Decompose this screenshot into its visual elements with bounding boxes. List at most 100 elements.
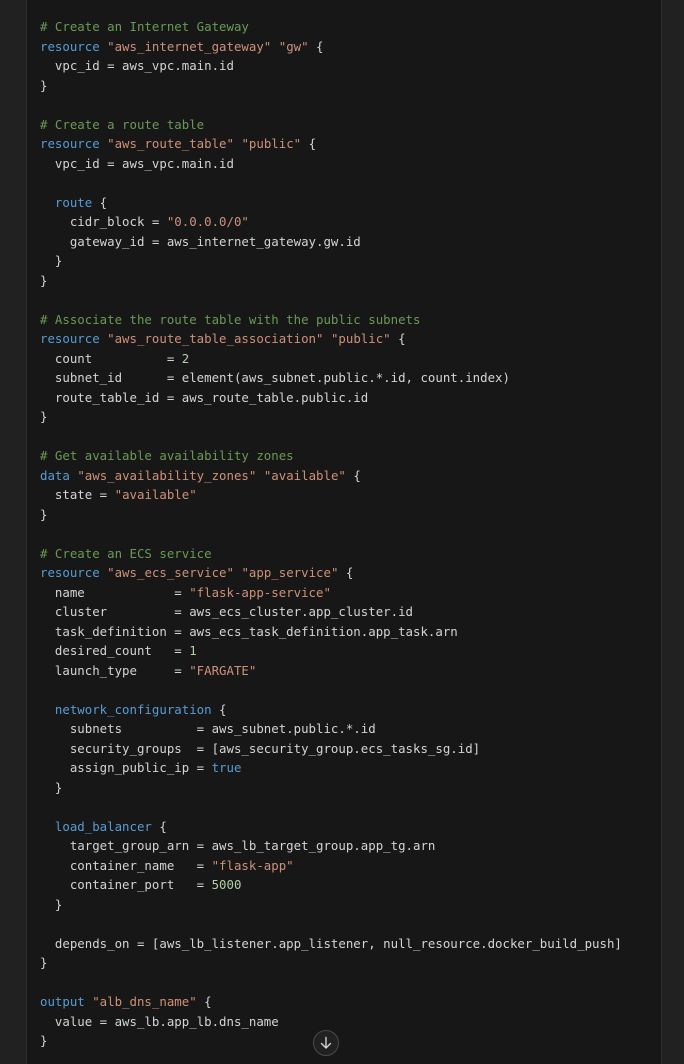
code-line: data "aws_availability_zones" "available… bbox=[40, 466, 622, 486]
code-token: data bbox=[40, 467, 78, 483]
code-token: "aws_internet_gateway" bbox=[107, 38, 272, 54]
code-token: } bbox=[40, 253, 63, 268]
code-token: cidr_block = bbox=[40, 214, 167, 229]
code-token: } bbox=[40, 272, 48, 288]
code-token: { bbox=[308, 38, 324, 54]
code-token: { bbox=[211, 701, 227, 717]
code-token: } bbox=[40, 779, 63, 795]
code-token: { bbox=[151, 818, 167, 834]
code-line: assign_public_ip = true bbox=[40, 758, 622, 778]
code-token: vpc_id = aws_vpc.main.id bbox=[40, 155, 234, 171]
code-token: launch_type = bbox=[40, 662, 190, 678]
code-token: { bbox=[301, 136, 317, 151]
code-line: load_balancer { bbox=[40, 817, 622, 837]
code-line: route_table_id = aws_route_table.public.… bbox=[40, 388, 622, 408]
code-line: vpc_id = aws_vpc.main.id bbox=[40, 56, 622, 76]
code-token: "available" bbox=[114, 487, 197, 502]
arrow-down-icon bbox=[320, 1036, 332, 1049]
code-token: # Create an Internet Gateway bbox=[40, 19, 249, 34]
code-line: } bbox=[40, 407, 622, 427]
code-token: "aws_route_table_association" bbox=[107, 331, 324, 346]
code-token: "FARGATE" bbox=[189, 662, 257, 678]
code-token: resource bbox=[40, 565, 108, 580]
code-line: cluster = aws_ecs_cluster.app_cluster.id bbox=[40, 602, 622, 622]
code-line: vpc_id = aws_vpc.main.id bbox=[40, 154, 622, 174]
code-token: gateway_id = aws_internet_gateway.gw.id bbox=[40, 233, 361, 249]
code-token: assign_public_ip = bbox=[40, 760, 212, 775]
code-token: { bbox=[345, 467, 361, 483]
code-line: } bbox=[40, 76, 622, 96]
code-token: 1 bbox=[189, 643, 197, 658]
code-token: # Create a route table bbox=[40, 116, 205, 132]
code-line: count = 2 bbox=[40, 349, 622, 369]
code-line: task_definition = aws_ecs_task_definitio… bbox=[40, 622, 622, 642]
code-line: desired_count = 1 bbox=[40, 641, 622, 661]
code-token: } bbox=[40, 1033, 48, 1048]
code-line: } bbox=[40, 953, 622, 973]
code-token: } bbox=[40, 77, 48, 93]
code-content: # Create an Internet Gateway resource "aw… bbox=[40, 17, 622, 1051]
code-line: resource "aws_route_table_association" "… bbox=[40, 329, 622, 349]
code-line: container_name = "flask-app" bbox=[40, 856, 622, 876]
code-token: desired_count = bbox=[40, 643, 190, 658]
code-token: route bbox=[40, 194, 93, 210]
code-line: # Get available availability zones bbox=[40, 446, 622, 466]
code-token: "public" bbox=[241, 136, 302, 151]
code-token: name = bbox=[40, 584, 190, 600]
code-line: subnets = aws_subnet.public.*.id bbox=[40, 719, 622, 739]
code-token: } bbox=[40, 955, 48, 970]
code-token: container_port = bbox=[40, 877, 212, 892]
code-line: container_port = 5000 bbox=[40, 875, 622, 895]
code-token: resource bbox=[40, 38, 108, 54]
code-token: "app_service" bbox=[241, 565, 339, 580]
code-token: } bbox=[40, 896, 63, 912]
code-token: true bbox=[211, 760, 242, 775]
code-token: "0.0.0.0/0" bbox=[166, 214, 249, 229]
code-token: "alb_dns_name" bbox=[92, 994, 197, 1009]
code-line: # Associate the route table with the pub… bbox=[40, 310, 622, 330]
code-line: } bbox=[40, 895, 622, 915]
code-token: "aws_availability_zones" bbox=[77, 467, 257, 483]
code-block: # Create an Internet Gateway resource "aw… bbox=[26, 0, 662, 1064]
code-token: container_name = bbox=[40, 857, 212, 873]
code-token: network_configuration bbox=[40, 701, 212, 717]
code-line: output "alb_dns_name" { bbox=[40, 992, 622, 1012]
code-token: } bbox=[40, 506, 48, 522]
code-token: vpc_id = aws_vpc.main.id bbox=[40, 58, 234, 73]
code-token: state = bbox=[40, 487, 115, 502]
code-line: launch_type = "FARGATE" bbox=[40, 661, 622, 681]
code-token: depends_on = [aws_lb_listener.app_listen… bbox=[40, 935, 622, 951]
code-token: resource bbox=[40, 331, 108, 346]
code-token: "available" bbox=[263, 467, 346, 483]
code-token: "gw" bbox=[278, 38, 309, 54]
code-token: 5000 bbox=[211, 877, 242, 892]
code-line: # Create an ECS service bbox=[40, 544, 622, 564]
code-line: } bbox=[40, 505, 622, 525]
code-line: resource "aws_ecs_service" "app_service"… bbox=[40, 563, 622, 583]
code-token: { bbox=[92, 194, 108, 210]
code-token: { bbox=[338, 565, 354, 580]
code-line: } bbox=[40, 271, 622, 291]
code-token: resource bbox=[40, 136, 108, 151]
code-token: "flask-app" bbox=[211, 857, 294, 873]
code-line: gateway_id = aws_internet_gateway.gw.id bbox=[40, 232, 622, 252]
scroll-to-bottom-button[interactable] bbox=[313, 1030, 339, 1056]
code-line: security_groups = [aws_security_group.ec… bbox=[40, 739, 622, 759]
code-line: name = "flask-app-service" bbox=[40, 583, 622, 603]
code-token: subnets = aws_subnet.public.*.id bbox=[40, 721, 376, 736]
code-token: target_group_arn = aws_lb_target_group.a… bbox=[40, 838, 436, 853]
code-line: } bbox=[40, 778, 622, 798]
code-line: depends_on = [aws_lb_listener.app_listen… bbox=[40, 934, 622, 954]
chat-page: # Create an Internet Gateway resource "aw… bbox=[0, 0, 684, 1064]
code-line: # Create a route table bbox=[40, 115, 622, 135]
code-token: # Create an ECS service bbox=[40, 545, 212, 561]
code-token: subnet_id = element(aws_subnet.public.*.… bbox=[40, 370, 510, 385]
code-line: route { bbox=[40, 193, 622, 213]
